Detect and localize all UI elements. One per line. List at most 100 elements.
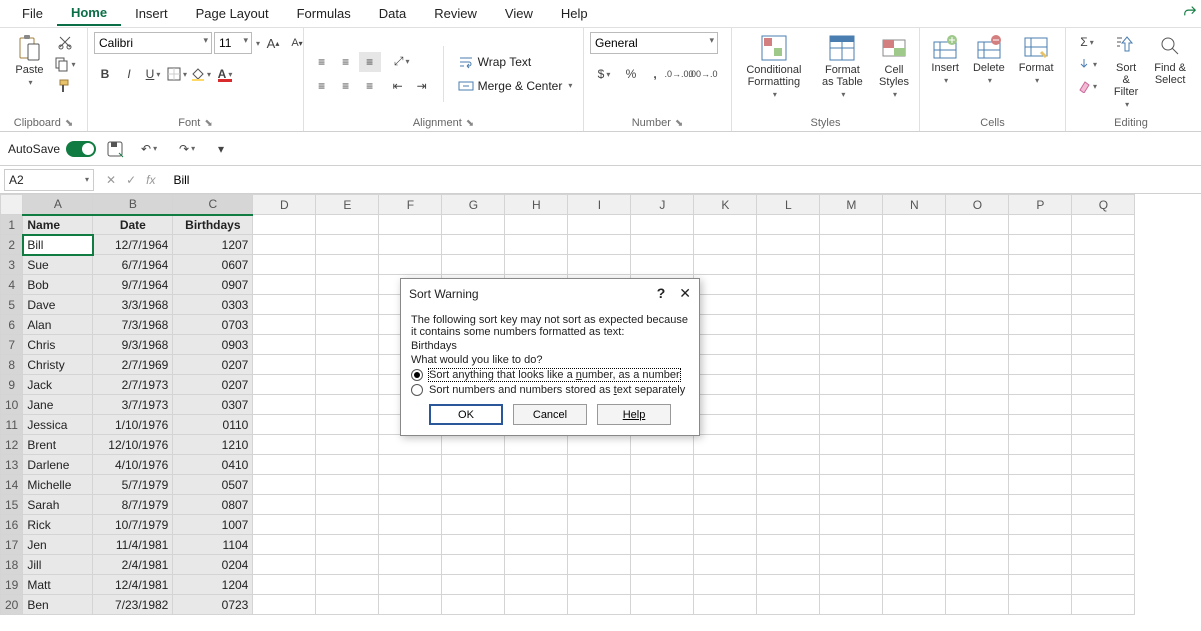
column-header-G[interactable]: G xyxy=(442,195,505,215)
cell[interactable] xyxy=(505,455,568,475)
increase-font-icon[interactable]: A▴ xyxy=(262,33,284,53)
cell[interactable] xyxy=(883,315,946,335)
cell[interactable] xyxy=(883,355,946,375)
cell[interactable] xyxy=(694,335,757,355)
column-header-M[interactable]: M xyxy=(820,195,883,215)
cell[interactable] xyxy=(883,435,946,455)
cell-B8[interactable]: 2/7/1969 xyxy=(93,355,173,375)
cell-C8[interactable]: 0207 xyxy=(173,355,253,375)
row-header-19[interactable]: 19 xyxy=(1,575,23,595)
cell[interactable] xyxy=(505,435,568,455)
cell[interactable] xyxy=(442,555,505,575)
cell[interactable] xyxy=(568,495,631,515)
cell-A11[interactable]: Jessica xyxy=(23,415,93,435)
column-header-N[interactable]: N xyxy=(883,195,946,215)
cell[interactable] xyxy=(253,435,316,455)
cell[interactable] xyxy=(757,475,820,495)
cell[interactable] xyxy=(694,275,757,295)
cell[interactable] xyxy=(757,315,820,335)
cell[interactable] xyxy=(820,555,883,575)
cell[interactable] xyxy=(694,315,757,335)
cell[interactable] xyxy=(253,315,316,335)
tab-formulas[interactable]: Formulas xyxy=(283,2,365,25)
cell[interactable] xyxy=(883,395,946,415)
cell[interactable] xyxy=(883,515,946,535)
increase-indent-icon[interactable]: ⇥ xyxy=(411,76,433,96)
cell-C10[interactable]: 0307 xyxy=(173,395,253,415)
align-bottom-icon[interactable]: ≡ xyxy=(359,52,381,72)
cell[interactable] xyxy=(379,475,442,495)
cell[interactable] xyxy=(253,355,316,375)
number-format-select[interactable] xyxy=(590,32,718,54)
cell[interactable] xyxy=(883,235,946,255)
cell[interactable] xyxy=(1072,415,1135,435)
cell[interactable] xyxy=(253,535,316,555)
cell[interactable] xyxy=(757,435,820,455)
cell[interactable] xyxy=(253,515,316,535)
cancel-button[interactable]: Cancel xyxy=(513,404,587,425)
cell[interactable] xyxy=(883,295,946,315)
italic-icon[interactable]: I xyxy=(118,64,140,84)
undo-icon[interactable]: ↶▾ xyxy=(134,139,164,159)
cell-B10[interactable]: 3/7/1973 xyxy=(93,395,173,415)
share-icon[interactable] xyxy=(1183,4,1197,18)
cell[interactable] xyxy=(757,275,820,295)
cell[interactable] xyxy=(946,595,1009,615)
cut-icon[interactable] xyxy=(54,32,76,52)
cell[interactable] xyxy=(253,475,316,495)
wrap-text-button[interactable]: Wrap Text xyxy=(454,52,577,72)
row-header-10[interactable]: 10 xyxy=(1,395,23,415)
cell[interactable] xyxy=(253,495,316,515)
cell-A4[interactable]: Bob xyxy=(23,275,93,295)
conditional-formatting-button[interactable]: Conditional Formatting▾ xyxy=(738,32,810,101)
ok-button[interactable]: OK xyxy=(429,404,503,425)
cell[interactable] xyxy=(568,255,631,275)
cell[interactable] xyxy=(757,595,820,615)
cell[interactable] xyxy=(946,535,1009,555)
cell[interactable] xyxy=(1072,375,1135,395)
cell[interactable] xyxy=(505,495,568,515)
cell[interactable] xyxy=(253,235,316,255)
cell[interactable] xyxy=(253,275,316,295)
row-header-9[interactable]: 9 xyxy=(1,375,23,395)
cell[interactable] xyxy=(505,595,568,615)
tab-help[interactable]: Help xyxy=(547,2,602,25)
cell-A17[interactable]: Jen xyxy=(23,535,93,555)
cell[interactable] xyxy=(316,315,379,335)
copy-icon[interactable]: ▾ xyxy=(54,54,76,74)
row-header-15[interactable]: 15 xyxy=(1,495,23,515)
cell[interactable] xyxy=(946,495,1009,515)
cell[interactable] xyxy=(316,255,379,275)
cell[interactable] xyxy=(1072,535,1135,555)
cell[interactable] xyxy=(820,495,883,515)
cell[interactable] xyxy=(883,335,946,355)
cell[interactable] xyxy=(1072,295,1135,315)
column-header-Q[interactable]: Q xyxy=(1072,195,1135,215)
row-header-18[interactable]: 18 xyxy=(1,555,23,575)
cell[interactable] xyxy=(694,555,757,575)
row-header-5[interactable]: 5 xyxy=(1,295,23,315)
cell[interactable] xyxy=(1009,395,1072,415)
column-header-B[interactable]: B xyxy=(93,195,173,215)
tab-home[interactable]: Home xyxy=(57,1,121,26)
cell[interactable] xyxy=(1009,335,1072,355)
cell[interactable] xyxy=(820,475,883,495)
cell-A15[interactable]: Sarah xyxy=(23,495,93,515)
cell-C2[interactable]: 1207 xyxy=(173,235,253,255)
cell-C15[interactable]: 0807 xyxy=(173,495,253,515)
select-all-corner[interactable] xyxy=(1,195,23,215)
cell[interactable] xyxy=(442,435,505,455)
cell[interactable] xyxy=(442,495,505,515)
cell[interactable] xyxy=(631,215,694,235)
cell[interactable] xyxy=(505,215,568,235)
cell[interactable] xyxy=(1072,555,1135,575)
clipboard-launcher-icon[interactable]: ⬊ xyxy=(65,118,73,129)
cell[interactable] xyxy=(757,555,820,575)
cell[interactable] xyxy=(631,495,694,515)
align-left-icon[interactable]: ≡ xyxy=(311,76,333,96)
cell[interactable] xyxy=(316,515,379,535)
cell[interactable] xyxy=(568,515,631,535)
cell[interactable] xyxy=(316,595,379,615)
cell[interactable] xyxy=(694,575,757,595)
cell[interactable] xyxy=(316,395,379,415)
